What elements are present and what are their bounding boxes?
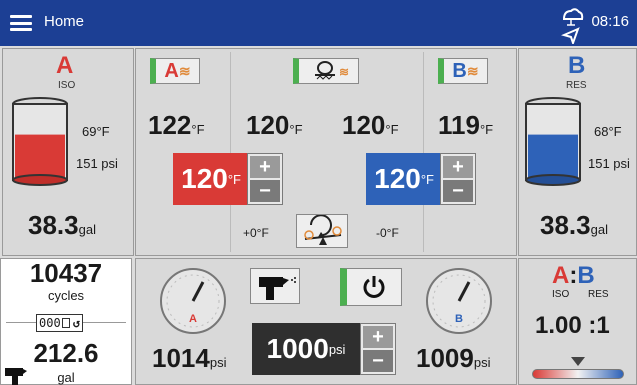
- zone-b-increase-button[interactable]: +: [443, 156, 473, 178]
- ratio-value: 1.00 :1: [535, 312, 610, 339]
- zone-a-decrease-button[interactable]: −: [250, 180, 280, 202]
- tank-b-icon: [525, 97, 581, 186]
- hamburger-menu-icon[interactable]: [10, 15, 32, 31]
- tank-b-letter: B: [568, 52, 586, 79]
- spray-gun-button[interactable]: [250, 268, 300, 304]
- page-title: Home: [44, 13, 85, 30]
- tank-a-letter: A: [56, 52, 74, 79]
- pressure-stepper: + −: [360, 323, 396, 375]
- zone-a-setpoint[interactable]: 120 °F: [173, 153, 247, 205]
- pressure-setpoint[interactable]: 1000 psi: [252, 323, 360, 375]
- tank-b-temp: 68°F: [594, 124, 622, 139]
- zone-b-reading: 119°F: [438, 110, 494, 140]
- reset-icon: ↺: [72, 316, 80, 330]
- gauge-a-label: A: [189, 313, 197, 325]
- zone-a-stepper: + −: [247, 153, 283, 205]
- tank-a-pressure: 151 psi: [76, 156, 118, 171]
- divider: [423, 52, 424, 252]
- gauge-a-icon: A: [160, 268, 226, 334]
- ratio-indicator: [571, 357, 585, 366]
- zone-b-decrease-button[interactable]: −: [443, 180, 473, 202]
- zone-a-reading: 122°F: [148, 110, 205, 140]
- tank-b-volume: 38.3gal: [540, 210, 608, 240]
- tank-b-fill: [528, 134, 578, 179]
- top-bar: [0, 0, 637, 46]
- pump-power-button[interactable]: [340, 268, 402, 306]
- pressure-decrease-button[interactable]: −: [363, 350, 393, 372]
- tank-a-volume: 38.3gal: [28, 210, 96, 240]
- divider: [230, 52, 231, 252]
- tank-a-temp: 69°F: [82, 124, 110, 139]
- zone-b-stepper: + −: [440, 153, 476, 205]
- spray-gun-icon: [259, 277, 296, 300]
- zone-b-offset: -0°F: [376, 226, 399, 240]
- hose-heat-icon: ≋: [314, 61, 349, 80]
- zone-b-toggle[interactable]: B ≋: [438, 58, 488, 84]
- hose-a-reading: 120°F: [246, 110, 303, 140]
- spray-gun-small-icon: [5, 368, 27, 385]
- balance-icon[interactable]: [296, 214, 348, 248]
- tank-a-fill: [15, 134, 65, 179]
- tank-b-pressure: 151 psi: [588, 156, 630, 171]
- power-icon: [363, 276, 385, 298]
- zone-a-toggle[interactable]: A ≋: [150, 58, 200, 84]
- ratio-a-sub: ISO: [552, 289, 570, 300]
- pressure-increase-button[interactable]: +: [363, 326, 393, 348]
- cycle-count: 10437: [29, 258, 103, 288]
- total-gallons: 212.6: [33, 338, 99, 368]
- zone-a-offset: +0°F: [243, 226, 269, 240]
- ratio-bar: [532, 369, 624, 379]
- pressure-b-reading: 1009psi: [416, 343, 491, 373]
- clock: 08:16: [591, 13, 629, 30]
- tank-a-icon: [12, 97, 68, 186]
- gauge-b-icon: B: [426, 268, 492, 334]
- hose-b-reading: 120°F: [342, 110, 399, 140]
- gauge-b-label: B: [455, 313, 463, 325]
- zone-hose-toggle[interactable]: ≋: [293, 58, 359, 84]
- tank-b-sub: RES: [566, 80, 587, 91]
- tank-a-sub: ISO: [58, 80, 76, 91]
- ratio-b-sub: RES: [588, 289, 609, 300]
- ratio-header: A:B: [552, 262, 595, 289]
- cycles-label: cycles: [47, 288, 85, 303]
- svg-text:≋: ≋: [339, 65, 349, 79]
- network-status-icon[interactable]: [558, 4, 584, 44]
- reset-counter-button[interactable]: 000 ↺: [36, 314, 83, 332]
- pressure-a-reading: 1014psi: [152, 343, 227, 373]
- zone-a-increase-button[interactable]: +: [250, 156, 280, 178]
- zone-b-setpoint[interactable]: 120 °F: [366, 153, 440, 205]
